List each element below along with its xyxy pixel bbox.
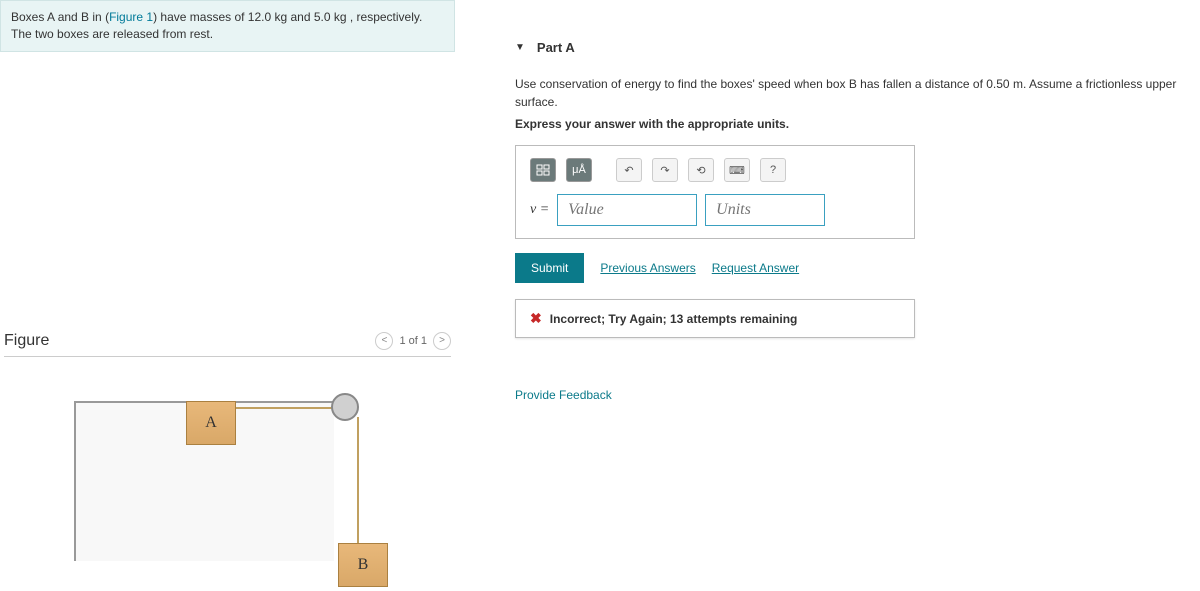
box-a: A bbox=[186, 401, 236, 445]
help-icon[interactable]: ? bbox=[760, 158, 786, 182]
units-button[interactable]: μÅ bbox=[566, 158, 592, 182]
feedback-text: Incorrect; Try Again; 13 attempts remain… bbox=[550, 312, 798, 326]
figure-section: Figure < 1 of 1 > A B bbox=[0, 332, 455, 591]
request-answer-link[interactable]: Request Answer bbox=[712, 261, 799, 275]
figure-nav: < 1 of 1 > bbox=[375, 332, 451, 350]
value-input[interactable] bbox=[557, 194, 697, 226]
template-icon[interactable] bbox=[530, 158, 556, 182]
box-b: B bbox=[338, 543, 388, 587]
answer-box: μÅ ↶ ↷ ⟲ ⌨ ? v = bbox=[515, 145, 915, 239]
instruction-text: Use conservation of energy to find the b… bbox=[515, 75, 1190, 111]
problem-statement: Boxes A and B in (Figure 1) have masses … bbox=[0, 0, 455, 52]
caret-down-icon: ▼ bbox=[515, 42, 525, 53]
reset-icon[interactable]: ⟲ bbox=[688, 158, 714, 182]
redo-icon[interactable]: ↷ bbox=[652, 158, 678, 182]
previous-answers-link[interactable]: Previous Answers bbox=[600, 261, 695, 275]
instruction-bold: Express your answer with the appropriate… bbox=[515, 117, 1190, 131]
feedback-box: ✖ Incorrect; Try Again; 13 attempts rema… bbox=[515, 299, 915, 338]
figure-nav-label: 1 of 1 bbox=[399, 335, 427, 347]
right-column: ▼ Part A Use conservation of energy to f… bbox=[455, 0, 1200, 591]
figure-title: Figure bbox=[4, 332, 49, 350]
incorrect-icon: ✖ bbox=[530, 310, 542, 327]
provide-feedback-link[interactable]: Provide Feedback bbox=[515, 388, 612, 402]
units-input[interactable] bbox=[705, 194, 825, 226]
figure-ref-link[interactable]: Figure 1 bbox=[109, 10, 153, 24]
submit-button[interactable]: Submit bbox=[515, 253, 584, 283]
problem-text-before: Boxes A and B in ( bbox=[11, 10, 109, 24]
variable-label: v = bbox=[530, 202, 549, 218]
action-row: Submit Previous Answers Request Answer bbox=[515, 253, 1190, 283]
undo-icon[interactable]: ↶ bbox=[616, 158, 642, 182]
figure-prev-button[interactable]: < bbox=[375, 332, 393, 350]
part-header[interactable]: ▼ Part A bbox=[515, 40, 1190, 55]
keyboard-icon[interactable]: ⌨ bbox=[724, 158, 750, 182]
left-column: Boxes A and B in (Figure 1) have masses … bbox=[0, 0, 455, 591]
figure-next-button[interactable]: > bbox=[433, 332, 451, 350]
answer-toolbar: μÅ ↶ ↷ ⟲ ⌨ ? bbox=[530, 158, 900, 182]
pulley bbox=[331, 393, 359, 421]
part-title: Part A bbox=[537, 40, 575, 55]
